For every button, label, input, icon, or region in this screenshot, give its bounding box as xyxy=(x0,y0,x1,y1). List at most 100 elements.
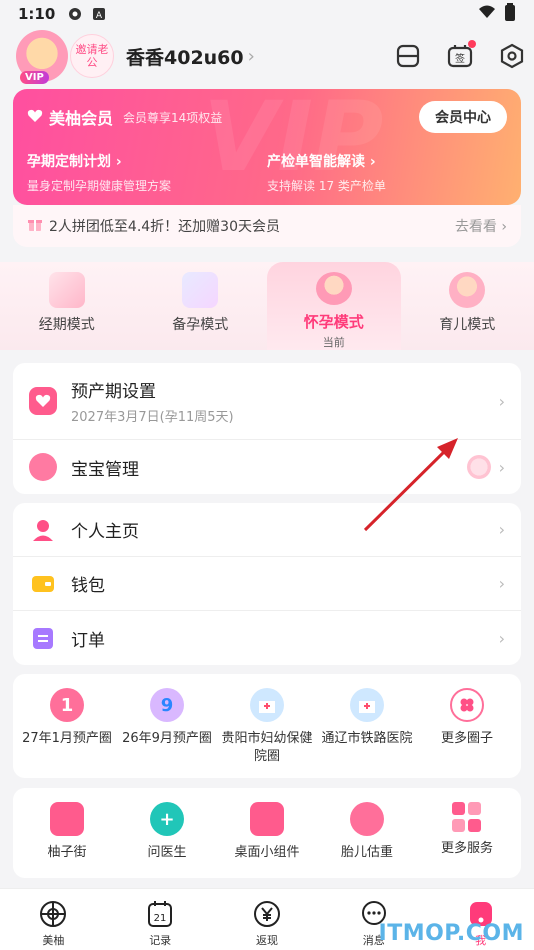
profile-page-label: 个人主页 xyxy=(71,522,139,542)
circle-label: 通辽市铁路医院 xyxy=(321,731,413,746)
chevron-right-icon: › xyxy=(498,391,505,411)
person-icon xyxy=(29,516,57,544)
mode-label: 备孕模式 xyxy=(172,317,229,333)
tab-parenting-mode[interactable]: 育儿模式 xyxy=(401,262,534,350)
scan-icon[interactable] xyxy=(394,42,422,70)
tab-label: 美柚 xyxy=(42,934,65,947)
tab-label: 返现 xyxy=(255,934,278,947)
tab-period-mode[interactable]: 经期模式 xyxy=(0,262,134,350)
status-right xyxy=(478,3,516,25)
avatar[interactable]: VIP xyxy=(16,30,68,84)
chevron-right-icon: › xyxy=(498,520,505,539)
vip-feature-title: 孕期定制计划 xyxy=(27,154,111,170)
grid-icon xyxy=(452,802,482,832)
services-card: 柚子街 + 问医生 桌面小组件 胎儿估重 更多服务 xyxy=(13,788,521,878)
circle-item[interactable]: 通辽市铁路医院 xyxy=(317,688,417,766)
tab-label: 记录 xyxy=(149,934,172,947)
due-date-row[interactable]: 预产期设置 2027年3月7日(孕11周5天) › xyxy=(13,363,521,440)
baby-avatar xyxy=(466,455,491,479)
pregnancy-card: 预产期设置 2027年3月7日(孕11周5天) › 宝宝管理 › xyxy=(13,363,521,494)
services-grid: 柚子街 + 问医生 桌面小组件 胎儿估重 更多服务 xyxy=(13,788,521,862)
baby-manage-title: 宝宝管理 xyxy=(71,459,139,480)
chevron-right-icon: › xyxy=(247,45,255,67)
circle-label: 贵阳市妇幼保健院圈 xyxy=(221,731,313,764)
yen-icon xyxy=(252,899,282,929)
baby-icon xyxy=(29,453,57,481)
circle-item[interactable]: 9 26年9月预产圈 xyxy=(117,688,217,766)
circles-grid: 1 27年1月预产圈 9 26年9月预产圈 贵阳市妇幼保健院圈 通辽市铁路医院 … xyxy=(13,674,521,766)
notification-dot xyxy=(468,40,476,48)
bag-icon xyxy=(50,802,84,836)
service-label: 胎儿估重 xyxy=(340,845,393,860)
chevron-right-icon: › xyxy=(498,574,505,593)
wifi-icon xyxy=(478,4,496,24)
order-icon xyxy=(29,624,57,652)
promo-action[interactable]: 去看看 › xyxy=(455,216,507,236)
battery-icon xyxy=(504,3,516,25)
tab-record[interactable]: 21 记录 xyxy=(107,889,214,950)
service-label: 问医生 xyxy=(147,845,187,860)
promo-text: 2人拼团低至4.4折！还加赠30天会员 xyxy=(49,219,280,235)
service-label: 更多服务 xyxy=(440,841,493,856)
current-mode-label: 当前 xyxy=(322,336,345,349)
baby-manage-row[interactable]: 宝宝管理 › xyxy=(13,440,521,494)
vip-feature-desc: 量身定制孕期健康管理方案 xyxy=(27,179,172,193)
sign-in-icon[interactable]: 签 xyxy=(446,40,476,70)
circle-label: 更多圈子 xyxy=(440,731,493,746)
site-watermark: ITMOP.COM xyxy=(378,921,524,946)
tab-meiyou[interactable]: 美柚 xyxy=(0,889,107,950)
calendar-icon: 21 xyxy=(145,899,175,929)
chevron-right-icon: › xyxy=(115,154,122,170)
settings-status-icon xyxy=(67,6,83,22)
orders-row[interactable]: 订单 › xyxy=(13,611,521,665)
service-item[interactable]: 胎儿估重 xyxy=(317,802,417,862)
status-bar: 1:10 A xyxy=(0,0,534,28)
circle-item[interactable]: 更多圈子 xyxy=(417,688,517,766)
tab-trying-mode[interactable]: 备孕模式 xyxy=(134,262,268,350)
hospital-icon xyxy=(350,688,384,722)
mode-label: 怀孕模式 xyxy=(303,313,364,331)
baby-face-icon xyxy=(350,802,384,836)
circle-label: 26年9月预产圈 xyxy=(122,731,212,746)
number-9-icon: 9 xyxy=(150,688,184,722)
svg-text:A: A xyxy=(96,11,103,21)
wallet-icon xyxy=(29,570,57,598)
widget-icon xyxy=(250,802,284,836)
circle-label: 27年1月预产圈 xyxy=(22,731,112,746)
meiyou-icon xyxy=(38,899,68,929)
vip-card[interactable]: VIP 美柚会员 会员尊享14项权益 会员中心 孕期定制计划 › 量身定制孕期健… xyxy=(13,89,521,205)
settings-icon[interactable] xyxy=(498,42,526,70)
circles-card: 1 27年1月预产圈 9 26年9月预产圈 贵阳市妇幼保健院圈 通辽市铁路医院 … xyxy=(13,674,521,778)
test-strip-icon xyxy=(182,272,219,308)
gift-icon xyxy=(27,216,43,236)
profile-header: VIP 邀请老公 香香402u60 › 签 xyxy=(16,28,526,84)
clock: 1:10 xyxy=(18,5,56,23)
vip-badge: VIP xyxy=(20,71,49,84)
service-item[interactable]: 更多服务 xyxy=(417,802,517,862)
tab-pregnancy-mode[interactable]: 怀孕模式 当前 xyxy=(267,262,401,350)
profile-page-row[interactable]: 个人主页 › xyxy=(13,503,521,557)
wallet-label: 钱包 xyxy=(71,576,105,596)
due-date-title: 预产期设置 xyxy=(71,382,156,402)
record-day-number: 21 xyxy=(154,913,167,924)
vip-center-button[interactable]: 会员中心 xyxy=(419,101,507,133)
number-1-icon: 1 xyxy=(50,688,84,722)
service-item[interactable]: + 问医生 xyxy=(117,802,217,862)
vip-feature-desc: 支持解读 17 类产检单 xyxy=(267,179,386,193)
service-label: 桌面小组件 xyxy=(234,845,300,860)
service-item[interactable]: 桌面小组件 xyxy=(217,802,317,862)
pregnant-woman-icon xyxy=(315,272,352,305)
username[interactable]: 香香402u60 xyxy=(126,43,244,70)
due-date-value: 2027年3月7日(孕11周5天) xyxy=(71,410,234,425)
tab-cashback[interactable]: 返现 xyxy=(214,889,321,950)
invite-husband-button[interactable]: 邀请老公 xyxy=(70,34,114,78)
service-label: 柚子街 xyxy=(47,845,87,860)
wallet-row[interactable]: 钱包 › xyxy=(13,557,521,611)
circle-item[interactable]: 贵阳市妇幼保健院圈 xyxy=(217,688,317,766)
service-item[interactable]: 柚子街 xyxy=(17,802,117,862)
clover-icon xyxy=(450,688,484,722)
promo-strip[interactable]: 2人拼团低至4.4折！还加赠30天会员 去看看 › xyxy=(13,205,521,247)
svg-text:签: 签 xyxy=(455,52,465,65)
circle-item[interactable]: 1 27年1月预产圈 xyxy=(17,688,117,766)
app-status-icon: A xyxy=(91,6,107,22)
